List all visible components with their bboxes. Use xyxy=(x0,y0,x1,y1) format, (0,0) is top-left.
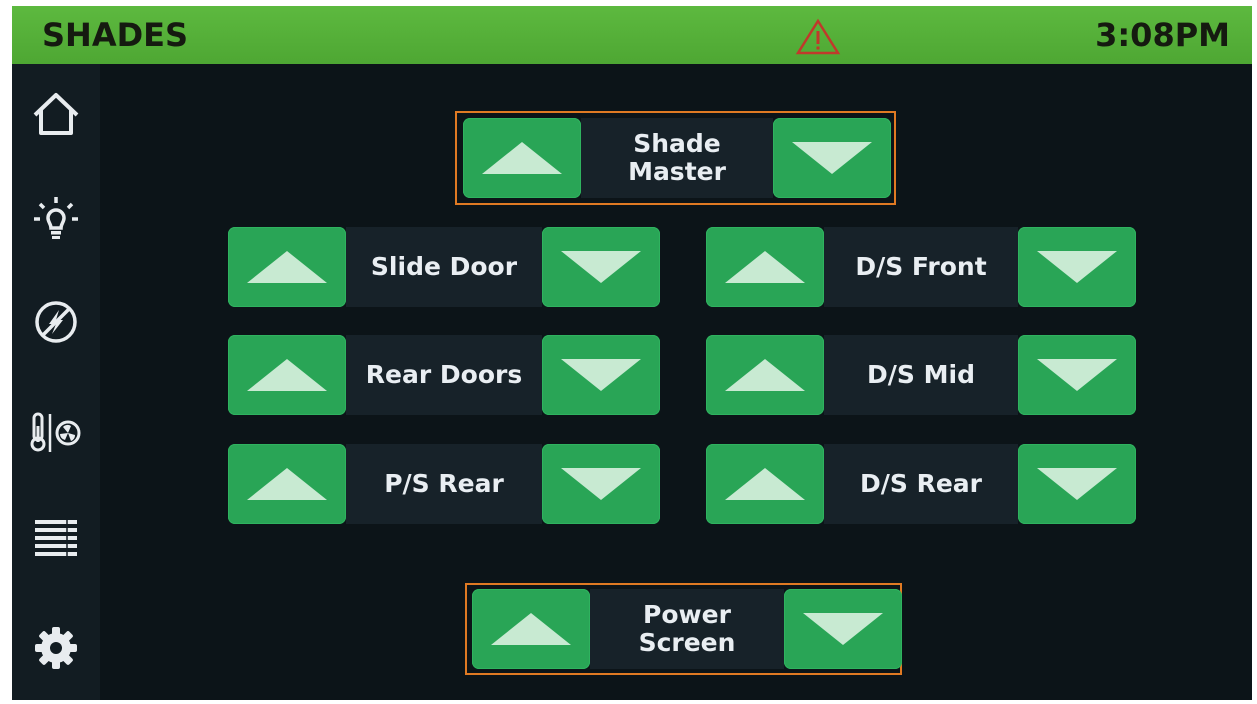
ds-front-down-button[interactable] xyxy=(1018,227,1136,307)
up-arrow-icon xyxy=(247,251,327,283)
shade-master-line1: Shade xyxy=(633,129,721,158)
ps-rear-up-button[interactable] xyxy=(228,444,346,524)
shade-master-group: Shade Master xyxy=(455,111,896,205)
shade-master-line2: Master xyxy=(628,157,726,186)
power-bolt-icon xyxy=(35,301,77,343)
page-title: SHADES xyxy=(42,16,189,54)
sidebar xyxy=(12,64,100,700)
up-arrow-icon xyxy=(725,251,805,283)
rear-doors-up-button[interactable] xyxy=(228,335,346,415)
ps-rear-down-button[interactable] xyxy=(542,444,660,524)
ds-rear-down-button[interactable] xyxy=(1018,444,1136,524)
thermometer-fan-icon xyxy=(30,412,81,452)
up-arrow-icon xyxy=(247,359,327,391)
power-screen-up-button[interactable] xyxy=(472,589,590,669)
clock: 3:08PM xyxy=(1095,16,1230,54)
up-arrow-icon xyxy=(482,142,562,174)
ps-rear-label: P/S Rear xyxy=(346,444,542,524)
ds-front-up-button[interactable] xyxy=(706,227,824,307)
down-arrow-icon xyxy=(803,613,883,645)
down-arrow-icon xyxy=(792,142,872,174)
shade-master-label: Shade Master xyxy=(581,118,773,198)
shade-master-down-button[interactable] xyxy=(773,118,891,198)
ds-mid-down-button[interactable] xyxy=(1018,335,1136,415)
down-arrow-icon xyxy=(1037,359,1117,391)
rear-doors-label: Rear Doors xyxy=(346,335,542,415)
down-arrow-icon xyxy=(561,359,641,391)
sidebar-item-shades[interactable] xyxy=(26,508,86,568)
ds-rear-up-button[interactable] xyxy=(706,444,824,524)
power-screen-down-button[interactable] xyxy=(784,589,902,669)
sidebar-item-power[interactable] xyxy=(26,292,86,352)
ds-front-label: D/S Front xyxy=(824,227,1018,307)
sidebar-item-climate[interactable] xyxy=(26,402,86,462)
sidebar-item-lights[interactable] xyxy=(26,188,86,248)
header-bar: SHADES 3:08PM xyxy=(12,6,1252,64)
power-screen-label: Power Screen xyxy=(590,589,784,669)
rear-doors-down-button[interactable] xyxy=(542,335,660,415)
up-arrow-icon xyxy=(247,468,327,500)
light-bulb-icon xyxy=(34,197,78,239)
gear-icon xyxy=(35,627,77,669)
home-icon xyxy=(33,93,79,135)
slide-door-up-button[interactable] xyxy=(228,227,346,307)
down-arrow-icon xyxy=(1037,468,1117,500)
power-screen-line2: Screen xyxy=(638,628,736,657)
ds-mid-label: D/S Mid xyxy=(824,335,1018,415)
up-arrow-icon xyxy=(725,468,805,500)
touchscreen: SHADES 3:08PM Shade Master Slide Door D/… xyxy=(12,6,1252,700)
slide-door-down-button[interactable] xyxy=(542,227,660,307)
sidebar-item-home[interactable] xyxy=(26,84,86,144)
up-arrow-icon xyxy=(491,613,571,645)
slide-door-label: Slide Door xyxy=(346,227,542,307)
warning-triangle-icon[interactable] xyxy=(795,18,841,56)
down-arrow-icon xyxy=(1037,251,1117,283)
down-arrow-icon xyxy=(561,251,641,283)
ds-rear-label: D/S Rear xyxy=(824,444,1018,524)
blinds-icon xyxy=(35,520,77,556)
ds-mid-up-button[interactable] xyxy=(706,335,824,415)
sidebar-item-settings[interactable] xyxy=(26,618,86,678)
shade-master-up-button[interactable] xyxy=(463,118,581,198)
power-screen-group: Power Screen xyxy=(465,583,902,675)
power-screen-line1: Power xyxy=(643,600,731,629)
down-arrow-icon xyxy=(561,468,641,500)
up-arrow-icon xyxy=(725,359,805,391)
